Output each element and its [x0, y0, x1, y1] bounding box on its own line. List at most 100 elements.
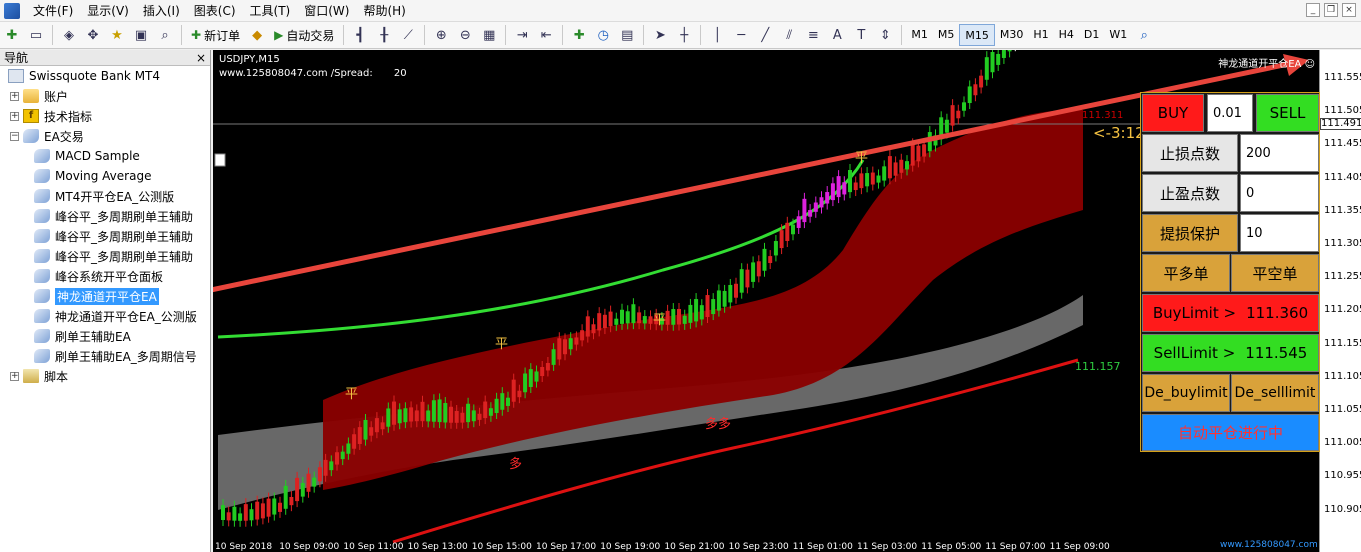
auto-trading-button[interactable]: ▶ 自动交易: [270, 24, 338, 46]
profiles-icon[interactable]: ▭: [25, 24, 47, 46]
candlestick-icon[interactable]: ╂: [373, 24, 395, 46]
line-chart-icon[interactable]: ⟋: [397, 24, 419, 46]
timeframe-m5[interactable]: M5: [933, 24, 960, 46]
metaeditor-icon[interactable]: ◆: [246, 24, 268, 46]
candle-body: [728, 284, 733, 303]
crosshair-icon[interactable]: ┼: [673, 24, 695, 46]
collapse-icon[interactable]: −: [10, 131, 19, 141]
ea-item[interactable]: 刷单王辅助EA: [34, 326, 131, 346]
text-label-icon[interactable]: T: [850, 24, 872, 46]
navigator-header: 导航 ×: [0, 50, 210, 66]
fibonacci-icon[interactable]: ≡: [802, 24, 824, 46]
buy-button[interactable]: BUY: [1142, 94, 1204, 132]
zoom-in-icon[interactable]: ⊕: [430, 24, 452, 46]
new-chart-icon[interactable]: ✚: [1, 24, 23, 46]
price-axis[interactable]: 111.555 111.505 111.455 111.405 111.355 111.3…: [1319, 50, 1361, 552]
menu-help[interactable]: 帮助(H): [356, 1, 412, 21]
tile-windows-icon[interactable]: ▦: [478, 24, 500, 46]
menu-window[interactable]: 窗口(W): [297, 1, 356, 21]
stop-loss-input[interactable]: 200: [1240, 134, 1319, 172]
ea-item[interactable]: Moving Average: [34, 166, 151, 186]
tree-group-accounts[interactable]: + 账户: [10, 86, 68, 106]
ea-item[interactable]: 峰谷平_多周期刷单王辅助: [34, 226, 193, 246]
candle-body: [238, 513, 243, 521]
chart-subtitle: www.125808047.com /Spread: 20: [219, 68, 407, 79]
timeframe-h1[interactable]: H1: [1028, 24, 1053, 46]
candle-body: [751, 262, 756, 282]
ea-item[interactable]: 峰谷平_多周期刷单王辅助: [34, 246, 193, 266]
menu-tools[interactable]: 工具(T): [243, 1, 298, 21]
timeframe-m15[interactable]: M15: [959, 24, 995, 46]
indicators-icon[interactable]: ✚: [568, 24, 590, 46]
trailing-protect-input[interactable]: 10: [1240, 214, 1319, 252]
expand-icon[interactable]: +: [10, 111, 19, 121]
lot-size-input[interactable]: 0.01: [1207, 94, 1253, 132]
tree-group-indicators[interactable]: + f 技术指标: [10, 106, 92, 126]
sell-button[interactable]: SELL: [1256, 94, 1319, 132]
text-icon[interactable]: A: [826, 24, 848, 46]
bar-chart-icon[interactable]: ┫: [349, 24, 371, 46]
ea-item[interactable]: MACD Sample: [34, 146, 140, 166]
delete-buy-limit-button[interactable]: De_buylimit: [1142, 374, 1230, 412]
navigator-panel: 导航 × Swissquote Bank MT4 + 账户 + f 技术指标 −…: [0, 50, 211, 552]
cursor-icon[interactable]: ➤: [649, 24, 671, 46]
strategy-tester-icon[interactable]: ⌕: [154, 24, 176, 46]
candle-body: [443, 403, 448, 423]
navigator-close-icon[interactable]: ×: [196, 51, 206, 65]
auto-scroll-icon[interactable]: ⇥: [511, 24, 533, 46]
timeframe-w1[interactable]: W1: [1104, 24, 1132, 46]
restore-icon[interactable]: ❐: [1324, 3, 1338, 17]
vertical-line-icon[interactable]: │: [706, 24, 728, 46]
terminal-icon[interactable]: ▣: [130, 24, 152, 46]
close-short-button[interactable]: 平空单: [1231, 254, 1319, 292]
menu-file[interactable]: 文件(F): [26, 1, 80, 21]
ea-item[interactable]: 峰谷系统开平仓面板: [34, 266, 163, 286]
tree-group-ea[interactable]: − EA交易: [10, 126, 84, 146]
tree-group-scripts[interactable]: + 脚本: [10, 366, 68, 386]
channel-icon[interactable]: ⫽: [778, 24, 800, 46]
menu-view[interactable]: 显示(V): [80, 1, 136, 21]
minimize-icon[interactable]: _: [1306, 3, 1320, 17]
timeframe-m1[interactable]: M1: [906, 24, 933, 46]
candle-body: [460, 412, 465, 423]
templates-icon[interactable]: ▤: [616, 24, 638, 46]
close-long-button[interactable]: 平多单: [1142, 254, 1230, 292]
search-icon[interactable]: ⌕: [1133, 24, 1155, 46]
chart-shift-icon[interactable]: ⇤: [535, 24, 557, 46]
timeframe-h4[interactable]: H4: [1054, 24, 1079, 46]
data-window-icon[interactable]: ✥: [82, 24, 104, 46]
expand-icon[interactable]: +: [10, 91, 19, 101]
zoom-out-icon[interactable]: ⊖: [454, 24, 476, 46]
expand-icon[interactable]: +: [10, 371, 19, 381]
ea-item[interactable]: 峰谷平_多周期刷单王辅助: [34, 206, 193, 226]
toolbar: ✚ ▭ ◈ ✥ ★ ▣ ⌕ ✚ 新订单 ◆ ▶ 自动交易 ┫ ╂ ⟋ ⊕ ⊖ ▦ ⇥…: [0, 22, 1361, 49]
auto-close-status-button[interactable]: 自动平仓进行中: [1142, 414, 1319, 451]
take-profit-input[interactable]: 0: [1240, 174, 1319, 212]
ea-item[interactable]: 神龙通道开平仓EA_公测版: [34, 306, 197, 326]
menu-insert[interactable]: 插入(I): [136, 1, 187, 21]
candle-body: [517, 390, 522, 398]
ea-item-label: 峰谷平_多周期刷单王辅助: [55, 249, 194, 264]
sell-limit-button[interactable]: SellLimit > 111.545: [1142, 334, 1319, 372]
trendline-icon[interactable]: ╱: [754, 24, 776, 46]
menu-charts[interactable]: 图表(C): [187, 1, 243, 21]
arrows-icon[interactable]: ⇕: [874, 24, 896, 46]
expert-advisor-icon: [34, 269, 50, 283]
close-icon[interactable]: ×: [1342, 3, 1356, 17]
periods-icon[interactable]: ◷: [592, 24, 614, 46]
ea-item[interactable]: 神龙通道开平仓EA: [34, 286, 159, 306]
delete-sell-limit-button[interactable]: De_selllimit: [1231, 374, 1319, 412]
navigator-icon[interactable]: ★: [106, 24, 128, 46]
buy-limit-button[interactable]: BuyLimit > 111.360: [1142, 294, 1319, 332]
market-watch-icon[interactable]: ◈: [58, 24, 80, 46]
new-order-button[interactable]: ✚ 新订单: [187, 24, 244, 46]
ea-item[interactable]: 刷单王辅助EA_多周期信号: [34, 346, 197, 366]
candle-body: [773, 241, 778, 256]
candle-body: [511, 379, 516, 402]
horizontal-line-icon[interactable]: ─: [730, 24, 752, 46]
toolbar-separator: [901, 25, 903, 45]
ea-item[interactable]: MT4开平仓EA_公测版: [34, 186, 174, 206]
tree-root[interactable]: Swissquote Bank MT4: [8, 66, 160, 86]
timeframe-d1[interactable]: D1: [1079, 24, 1104, 46]
timeframe-m30[interactable]: M30: [995, 24, 1029, 46]
